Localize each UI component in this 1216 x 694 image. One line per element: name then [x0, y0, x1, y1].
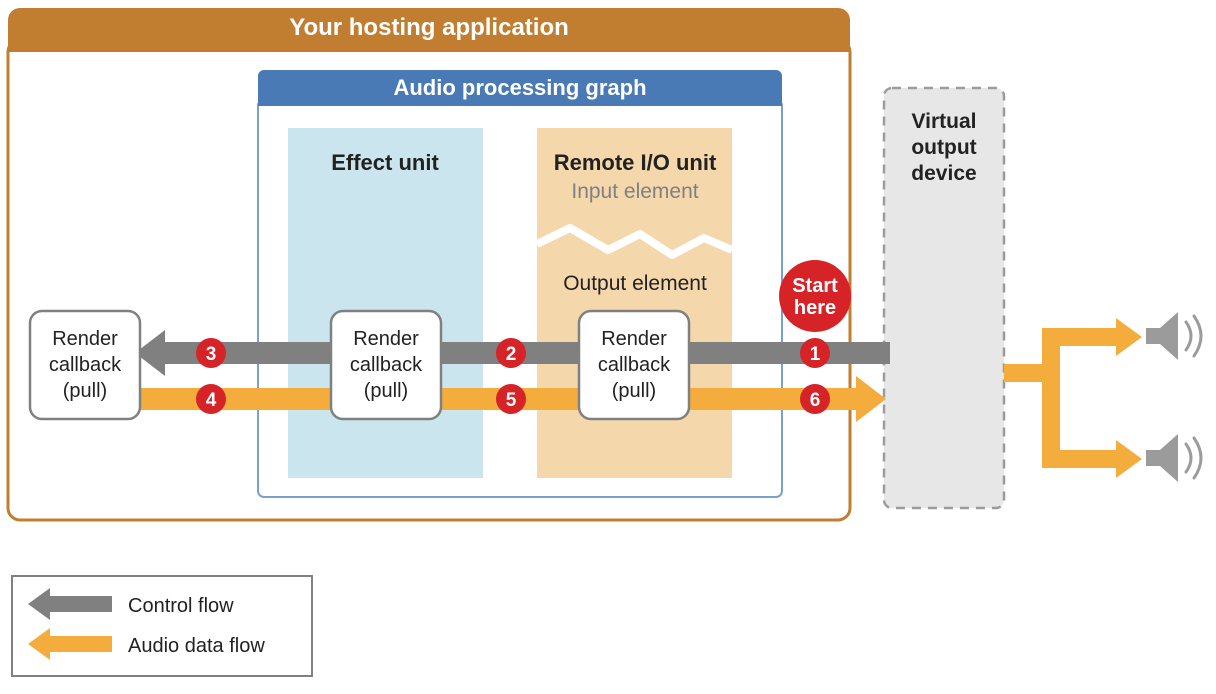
- step-badge-3: 3: [196, 338, 226, 368]
- step-badge-4: 4: [196, 384, 226, 414]
- svg-text:(pull): (pull): [612, 380, 656, 402]
- svg-text:(pull): (pull): [63, 380, 107, 402]
- svg-text:6: 6: [810, 390, 821, 411]
- remote-input-label: Input element: [571, 180, 698, 203]
- svg-text:Render: Render: [601, 328, 667, 350]
- svg-text:callback: callback: [49, 354, 122, 376]
- output-branch: [1004, 318, 1142, 478]
- step-badge-6: 6: [800, 384, 830, 414]
- svg-text:4: 4: [206, 390, 217, 411]
- svg-text:callback: callback: [598, 354, 671, 376]
- render-callback-center: Render callback (pull): [331, 311, 441, 419]
- svg-text:device: device: [911, 162, 976, 185]
- effect-unit-title: Effect unit: [331, 150, 439, 175]
- svg-text:Render: Render: [353, 328, 419, 350]
- svg-text:output: output: [911, 136, 976, 159]
- svg-text:1: 1: [810, 344, 821, 365]
- speaker-icon-bottom: [1146, 434, 1201, 482]
- remote-io-column: Remote I/O unit Input element Output ele…: [537, 128, 732, 478]
- hosting-app-title: Your hosting application: [289, 14, 569, 41]
- legend-audio-label: Audio data flow: [128, 635, 265, 657]
- svg-text:3: 3: [206, 344, 217, 365]
- virtual-output-device: Virtual output device: [884, 88, 1004, 508]
- step-badge-2: 2: [496, 338, 526, 368]
- svg-text:5: 5: [506, 390, 517, 411]
- start-here-badge: Start here: [779, 260, 851, 332]
- svg-text:2: 2: [506, 344, 517, 365]
- svg-text:Start: Start: [792, 275, 838, 297]
- remote-output-label: Output element: [563, 272, 707, 295]
- legend-control-label: Control flow: [128, 595, 234, 617]
- legend-box: Control flow Audio data flow: [12, 576, 312, 676]
- remote-io-title: Remote I/O unit: [554, 150, 717, 175]
- svg-text:here: here: [794, 297, 836, 319]
- svg-text:Virtual: Virtual: [912, 110, 977, 133]
- render-callback-right: Render callback (pull): [579, 311, 689, 419]
- svg-text:callback: callback: [350, 354, 423, 376]
- svg-text:Render: Render: [52, 328, 118, 350]
- step-badge-5: 5: [496, 384, 526, 414]
- svg-text:(pull): (pull): [364, 380, 408, 402]
- effect-unit-column: Effect unit: [288, 128, 483, 478]
- step-badge-1: 1: [800, 338, 830, 368]
- speaker-icon-top: [1146, 312, 1201, 360]
- audio-graph-title: Audio processing graph: [393, 75, 646, 100]
- render-callback-left: Render callback (pull): [30, 311, 140, 419]
